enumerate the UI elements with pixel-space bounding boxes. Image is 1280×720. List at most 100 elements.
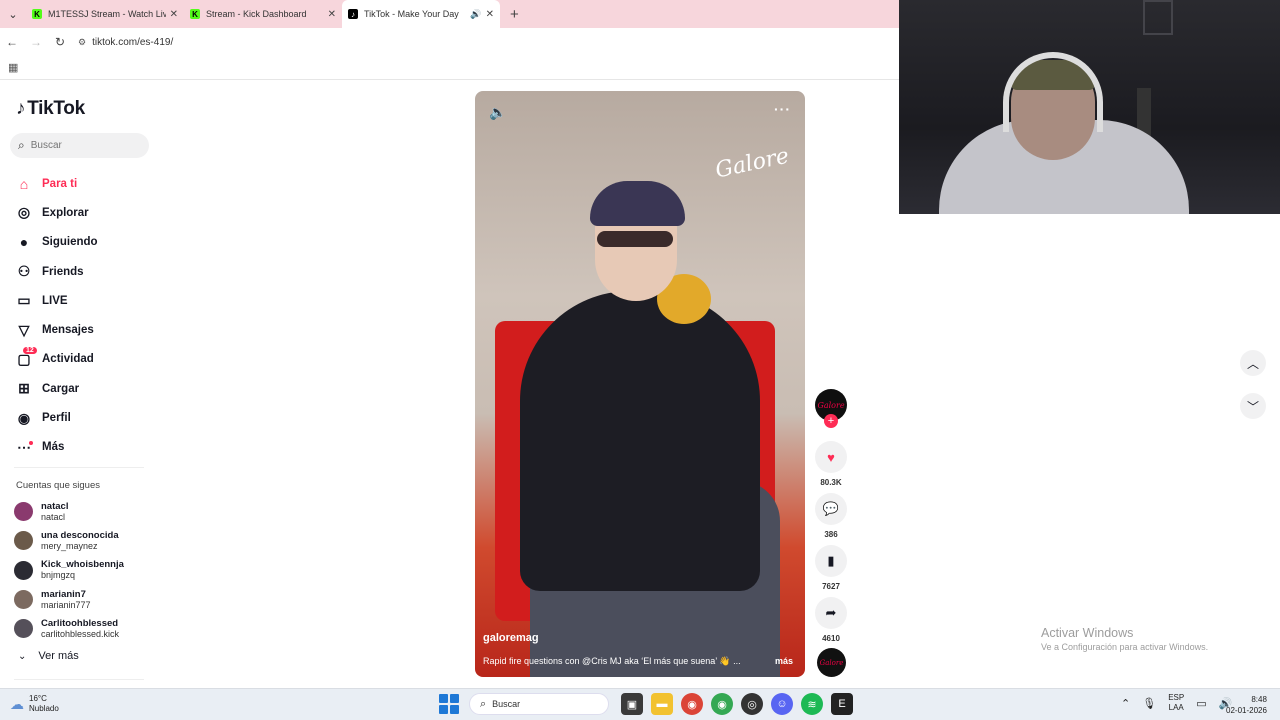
menu-item-perfil[interactable]: ◉ Perfil	[14, 403, 98, 432]
webcam-overlay	[899, 0, 1280, 214]
windows-start-icon[interactable]	[439, 694, 459, 714]
follow-plus-icon[interactable]: +	[824, 414, 838, 428]
discord-icon[interactable]: ☺	[771, 693, 793, 715]
search-input[interactable]	[30, 140, 131, 151]
network-icon[interactable]: ▭	[1196, 697, 1206, 710]
menu-item-mas[interactable]: ⋯ Más	[14, 433, 98, 462]
taskbar-search-label: Buscar	[492, 699, 521, 709]
bookmark-icon: ▮	[827, 553, 835, 568]
home-icon: ⌂	[19, 175, 29, 192]
caption-more-link[interactable]: más	[775, 656, 793, 666]
following-item[interactable]: una desconocida mery_maynez	[14, 526, 124, 555]
share-button[interactable]: ➦	[815, 597, 847, 629]
following-item[interactable]: Kick_whoisbennja bnjmgzq	[14, 556, 124, 585]
see-more-label: Ver más	[38, 650, 79, 662]
video-author[interactable]: galoremag	[483, 632, 539, 644]
sidebar: ♪ TikTok ⌕ ⌂ Para ti ◎ Explorar ● Siguie…	[0, 81, 160, 681]
site-info-icon[interactable]: ⚙	[78, 37, 86, 48]
obs-icon[interactable]: ◎	[741, 693, 763, 715]
webcam-wall-frame	[1143, 0, 1173, 35]
menu-item-explorar[interactable]: ◎ Explorar	[14, 198, 98, 227]
menu-item-para-ti[interactable]: ⌂ Para ti	[14, 169, 98, 198]
weather-desc: Nublado	[29, 704, 59, 713]
see-more-button[interactable]: ⌄ Ver más	[18, 650, 79, 662]
menu-item-friends[interactable]: ⚇ Friends	[14, 257, 98, 286]
share-icon: ➦	[825, 605, 837, 620]
taskbar-search[interactable]: ⌕ Buscar	[469, 693, 609, 715]
reload-icon[interactable]: ↻	[48, 35, 72, 49]
following-item[interactable]: Carlitoohblessed carlitohblessed.kick	[14, 614, 124, 643]
microphone-icon[interactable]: 🎙	[1142, 697, 1156, 710]
menu-item-mensajes[interactable]: ▽ Mensajes	[14, 315, 98, 344]
menu-item-actividad[interactable]: ▢ 12 Actividad	[14, 345, 98, 374]
avatar	[14, 560, 33, 580]
video-frame-cap	[590, 181, 685, 226]
forward-icon[interactable]: →	[24, 35, 48, 49]
avatar	[14, 531, 33, 551]
menu-label: Cargar	[42, 382, 80, 395]
tab-tiktok[interactable]: ♪ TikTok - Make Your Day 🔊 ✕	[342, 0, 500, 28]
music-disc[interactable]: Galore	[817, 648, 846, 677]
chrome-icon[interactable]: ◉	[681, 693, 703, 715]
menu-item-cargar[interactable]: ⊞ Cargar	[14, 374, 98, 403]
tab-kick-dashboard[interactable]: K Stream - Kick Dashboard ✕	[184, 0, 342, 28]
save-count: 7627	[822, 582, 840, 591]
close-icon[interactable]: ✕	[170, 9, 178, 20]
apps-grid-icon[interactable]: ▦	[8, 61, 18, 74]
new-tab-icon[interactable]: +	[510, 6, 519, 23]
weather-widget[interactable]: ☁ 16°C Nublado	[10, 694, 59, 714]
task-view-icon[interactable]: ▣	[621, 693, 643, 715]
like-count: 80.3K	[820, 478, 842, 487]
video-watermark: Galore	[713, 143, 792, 184]
back-icon[interactable]: ←	[0, 35, 24, 49]
comment-count: 386	[824, 530, 838, 539]
following-item[interactable]: marianin7 marianin777	[14, 585, 124, 614]
clock[interactable]: 8:48 02-01-2026	[1226, 694, 1267, 716]
chevron-up-icon[interactable]: ⌃	[1121, 697, 1130, 710]
chevron-down-icon: ⌄	[18, 650, 27, 662]
more-options-icon[interactable]: ···	[774, 101, 791, 117]
tab-title: M1TESSJ Stream - Watch Live o	[48, 9, 166, 19]
tab-kick-stream[interactable]: K M1TESSJ Stream - Watch Live o ✕	[26, 0, 184, 28]
close-icon[interactable]: ✕	[328, 9, 336, 20]
video-player[interactable]: Galore 🔈 ··· galoremag Rapid fire questi…	[475, 91, 805, 677]
save-button[interactable]: ▮	[815, 545, 847, 577]
following-icon: ●	[19, 234, 29, 251]
profile-icon: ◉	[17, 409, 31, 426]
like-button[interactable]: ♥	[815, 441, 847, 473]
menu-label: Actividad	[42, 353, 94, 366]
following-item[interactable]: natacl natacl	[14, 497, 124, 526]
previous-video-button[interactable]: ︿	[1240, 350, 1266, 376]
activate-subtitle: Ve a Configuración para activar Windows.	[1041, 642, 1209, 652]
menu-item-live[interactable]: ▭ LIVE	[14, 286, 98, 315]
chrome-profile-icon[interactable]: ◉	[711, 693, 733, 715]
tab-search-icon[interactable]: ⌄	[0, 0, 26, 28]
language-indicator[interactable]: ESP LAA	[1168, 693, 1184, 713]
menu-item-siguiendo[interactable]: ● Siguiendo	[14, 228, 98, 257]
menu-label: Explorar	[42, 206, 89, 219]
tab-strip: ⌄ K M1TESSJ Stream - Watch Live o ✕ K St…	[0, 0, 899, 28]
epic-games-icon[interactable]: E	[831, 693, 853, 715]
menu-label: LIVE	[42, 294, 68, 307]
avatar	[14, 619, 33, 639]
comment-button[interactable]: 💬	[815, 493, 847, 525]
menu-label: Perfil	[42, 412, 71, 425]
clock-time: 8:48	[1251, 695, 1267, 704]
kick-icon: K	[32, 9, 42, 19]
activity-badge: 12	[23, 346, 37, 354]
messages-icon: ▽	[18, 321, 30, 338]
volume-icon[interactable]: 🔈	[489, 104, 506, 121]
menu-label: Mensajes	[42, 324, 94, 337]
menu-label: Más	[42, 441, 65, 454]
url-field[interactable]: ⚙ tiktok.com/es-419/	[78, 37, 173, 48]
search-box[interactable]: ⌕	[10, 133, 149, 158]
spotify-icon[interactable]: ≋	[801, 693, 823, 715]
speaker-icon[interactable]: 🔊	[470, 9, 481, 20]
file-explorer-icon[interactable]: ▬	[651, 693, 673, 715]
close-icon[interactable]: ✕	[486, 9, 494, 20]
creator-avatar[interactable]: Galore +	[815, 389, 847, 428]
clock-date: 02-01-2026	[1226, 706, 1267, 715]
next-video-button[interactable]: ﹀	[1240, 393, 1266, 419]
following-name: Carlitoohblessed	[41, 617, 119, 629]
tiktok-logo[interactable]: ♪ TikTok	[16, 98, 85, 120]
